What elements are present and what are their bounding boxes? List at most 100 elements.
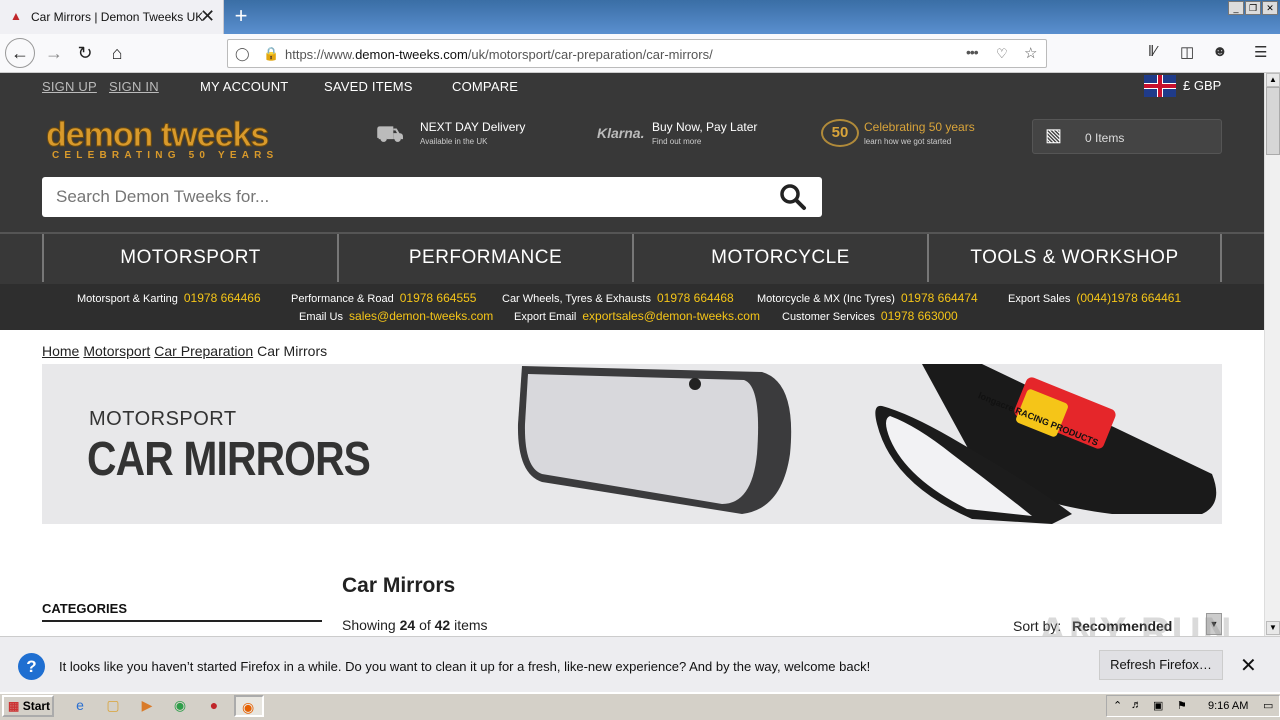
home-icon[interactable]: ⌂ (103, 39, 131, 67)
feature-title: Celebrating 50 years (864, 120, 975, 134)
flag-icon[interactable]: ⚑ (1177, 699, 1187, 712)
page-actions-icon[interactable]: ••• (966, 44, 979, 60)
url-domain: demon-tweeks.com (355, 47, 468, 62)
breadcrumb-home[interactable]: Home (42, 343, 79, 359)
uk-flag-icon[interactable] (1144, 75, 1176, 97)
feature-next-day[interactable]: NEXT DAY Delivery Available in the UK (420, 120, 525, 146)
contact-motorcycle[interactable]: Motorcycle & MX (Inc Tyres) 01978 664474 (757, 291, 978, 305)
reload-icon[interactable]: ↻ (71, 39, 99, 67)
volume-icon[interactable]: ♬ (1131, 699, 1142, 711)
breadcrumb: Home Motorsport Car Preparation Car Mirrors (42, 343, 327, 359)
compare-link[interactable]: COMPARE (452, 79, 518, 94)
breadcrumb-motorsport[interactable]: Motorsport (83, 343, 150, 359)
chrome-icon[interactable]: ◉ (170, 697, 190, 715)
menu-motorsport[interactable]: MOTORSPORT (42, 234, 339, 282)
folder-icon[interactable]: ▢ (103, 697, 123, 715)
library-icon[interactable]: ‖⁄ (1148, 43, 1157, 60)
firefox-taskbar-button[interactable]: ◉ (234, 695, 264, 717)
site-favicon-icon: ▲ (10, 9, 22, 23)
delivery-truck-icon: ⛟ (376, 121, 404, 146)
contact-export-email[interactable]: Export Email exportsales@demon-tweeks.com (514, 309, 760, 323)
taskbar-clock: 9:16 AM (1208, 700, 1249, 712)
menu-performance[interactable]: PERFORMANCE (337, 234, 634, 282)
scroll-up-icon[interactable]: ▲ (1266, 73, 1280, 87)
saved-items-link[interactable]: SAVED ITEMS (324, 79, 413, 94)
security-app-icon[interactable]: ● (204, 697, 224, 715)
feature-klarna[interactable]: Buy Now, Pay Later Find out more (652, 120, 757, 146)
car-mirror-image (517, 364, 1217, 524)
browser-tab[interactable]: ▲ Car Mirrors | Demon Tweeks UK ✕ (0, 0, 224, 34)
contact-label: Performance & Road (291, 293, 394, 305)
close-window-icon[interactable]: ✕ (1262, 1, 1278, 15)
back-arrow-icon[interactable]: ← (5, 38, 35, 68)
sign-up-link[interactable]: SIGN UP (42, 79, 97, 94)
contact-value: 01978 664474 (900, 291, 978, 305)
network-icon[interactable]: ▣ (1153, 699, 1163, 712)
window-controls: _ ❐ ✕ (1228, 1, 1280, 17)
minimize-icon[interactable]: _ (1228, 1, 1244, 15)
close-notification-icon[interactable]: ✕ (1240, 653, 1257, 678)
tray-expand-icon[interactable]: ⌃ (1113, 699, 1122, 712)
pocket-icon[interactable]: ♡ (996, 46, 1008, 62)
tab-title: Car Mirrors | Demon Tweeks UK (31, 10, 204, 24)
breadcrumb-car-preparation[interactable]: Car Preparation (154, 343, 253, 359)
contact-export-sales[interactable]: Export Sales (0044)1978 664461 (1008, 291, 1181, 305)
contact-value: 01978 664466 (183, 291, 261, 305)
feature-subtitle: learn how we got started (864, 137, 952, 146)
sidebar-icon[interactable]: ◫ (1180, 43, 1194, 61)
menu-tools-workshop[interactable]: TOOLS & WORKSHOP (927, 234, 1222, 282)
media-player-icon[interactable]: ▶ (137, 697, 157, 715)
ie-icon[interactable]: e (70, 697, 90, 715)
my-account-link[interactable]: MY ACCOUNT (200, 79, 288, 94)
feature-title: NEXT DAY Delivery (420, 120, 526, 134)
contact-label: Car Wheels, Tyres & Exhausts (502, 293, 651, 305)
contact-customer-services[interactable]: Customer Services 01978 663000 (782, 309, 958, 323)
address-bar[interactable]: ◯ 🔒 https://www.demon-tweeks.com/uk/moto… (227, 39, 1047, 68)
forward-arrow-icon[interactable]: → (40, 39, 68, 67)
contact-value: 01978 664555 (399, 291, 477, 305)
currency-selector[interactable]: £ GBP (1183, 78, 1221, 93)
contact-label: Customer Services (782, 311, 875, 323)
url-path: /uk/motorsport/car-preparation/car-mirro… (467, 47, 713, 62)
close-tab-icon[interactable]: ✕ (200, 6, 215, 26)
start-button[interactable]: ▦ Start (2, 695, 54, 717)
firefox-notification-bar: ? It looks like you haven’t started Fire… (0, 636, 1280, 692)
contact-performance[interactable]: Performance & Road 01978 664555 (291, 291, 476, 305)
contact-motorsport[interactable]: Motorsport & Karting 01978 664466 (77, 291, 261, 305)
results-suffix: items (454, 617, 488, 633)
scroll-down-icon[interactable]: ▼ (1266, 621, 1280, 635)
basket-button[interactable]: ▧ 0 Items (1032, 119, 1222, 154)
account-icon[interactable]: ☻ (1212, 43, 1228, 60)
feature-50-years[interactable]: Celebrating 50 years learn how we got st… (864, 120, 975, 146)
search-input[interactable] (56, 185, 756, 209)
klarna-logo: Klarna. (597, 125, 645, 141)
page-title: Car Mirrors (342, 574, 456, 597)
fifty-years-badge-icon: 50 (821, 119, 859, 147)
url-text[interactable]: https://www.demon-tweeks.com/uk/motorspo… (285, 47, 713, 62)
question-icon: ? (18, 653, 45, 680)
bookmark-star-icon[interactable]: ☆ (1024, 44, 1037, 62)
results-shown: 24 (399, 617, 416, 633)
scroll-thumb[interactable] (1266, 87, 1280, 155)
categories-heading: CATEGORIES (42, 601, 322, 622)
feature-subtitle: Find out more (652, 137, 702, 146)
banner-title: CAR MIRRORS (87, 433, 371, 486)
page-scrollbar[interactable]: ▲ ▼ (1264, 73, 1280, 636)
menu-motorcycle[interactable]: MOTORCYCLE (632, 234, 929, 282)
browser-nav-bar: ← → ↻ ⌂ ◯ 🔒 https://www.demon-tweeks.com… (0, 34, 1280, 73)
new-tab-button[interactable]: + (229, 3, 253, 29)
refresh-firefox-button[interactable]: Refresh Firefox… (1099, 650, 1223, 680)
contact-value: exportsales@demon-tweeks.com (582, 309, 760, 323)
menu-hamburger-icon[interactable]: ☰ (1254, 43, 1267, 61)
shield-icon[interactable]: ◯ (235, 46, 250, 62)
restore-icon[interactable]: ❐ (1245, 1, 1261, 15)
show-desktop-icon[interactable]: ▭ (1263, 699, 1273, 712)
contact-label: Motorsport & Karting (77, 293, 178, 305)
contact-wheels[interactable]: Car Wheels, Tyres & Exhausts 01978 664468 (502, 291, 734, 305)
sign-in-link[interactable]: SIGN IN (109, 79, 159, 94)
demon-tweeks-logo[interactable]: demon tweeks CELEBRATING 50 YEARS (45, 118, 318, 162)
category-banner: MOTORSPORT CAR MIRRORS longacre RACING P… (42, 364, 1222, 524)
lock-icon[interactable]: 🔒 (263, 46, 279, 62)
search-icon[interactable] (778, 182, 808, 212)
contact-email[interactable]: Email Us sales@demon-tweeks.com (299, 309, 493, 323)
